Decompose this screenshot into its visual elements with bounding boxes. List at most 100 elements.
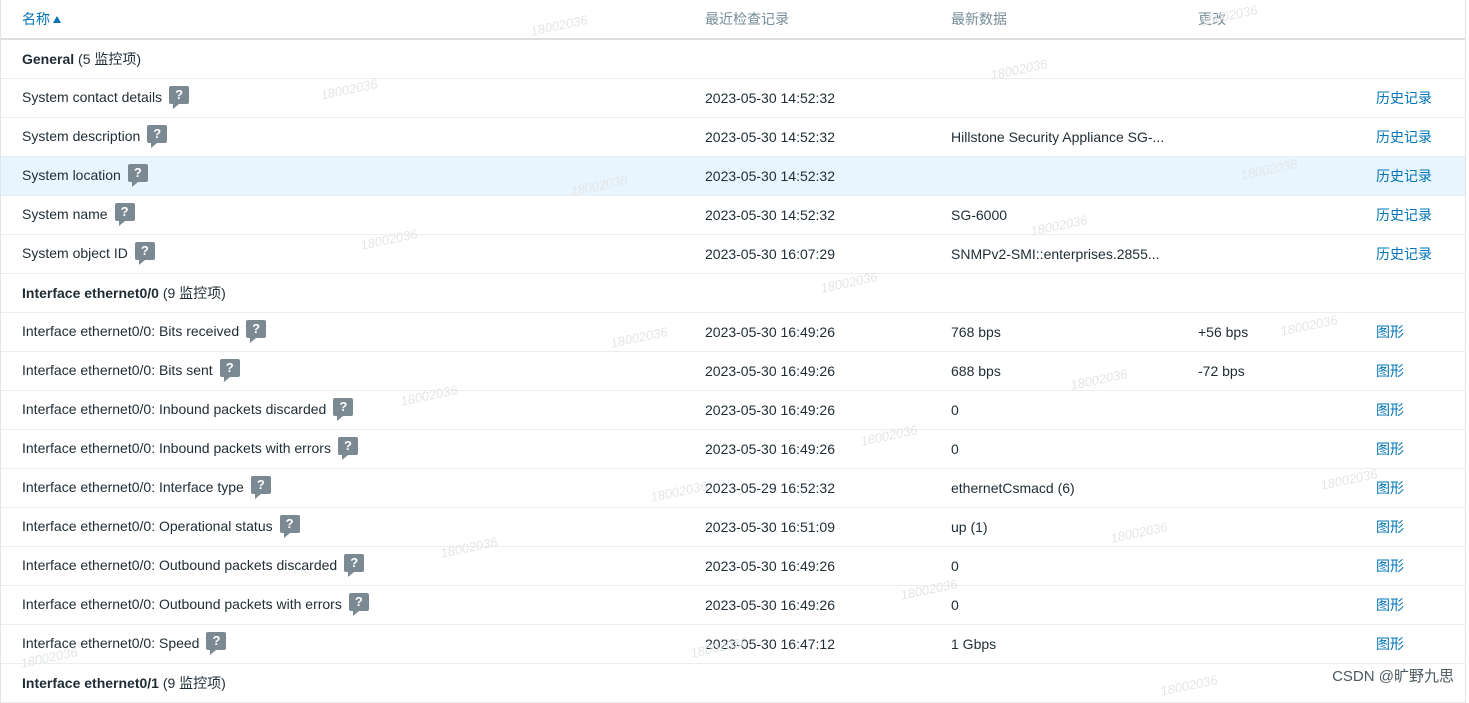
help-icon[interactable]: ? bbox=[219, 359, 240, 382]
item-name: System object ID bbox=[22, 245, 128, 261]
help-icon[interactable]: ? bbox=[147, 125, 168, 148]
item-name: Interface ethernet0/0: Inbound packets d… bbox=[22, 401, 327, 417]
item-latest-data: 1 Gbps bbox=[951, 636, 997, 652]
item-latest-data: 0 bbox=[951, 441, 959, 457]
table-row: Interface ethernet0/0: Speed? 2023-05-30… bbox=[1, 625, 1465, 664]
group-header-general: General (5 监控项) bbox=[1, 40, 1465, 79]
column-header-name[interactable]: 名称 bbox=[22, 9, 61, 29]
help-icon[interactable]: ? bbox=[206, 632, 227, 655]
item-latest-data: SNMPv2-SMI::enterprises.2855... bbox=[951, 246, 1160, 262]
table-row: Interface ethernet0/0: Bits received? 20… bbox=[1, 313, 1465, 352]
group-title: Interface ethernet0/0 bbox=[22, 285, 159, 301]
item-last-check: 2023-05-30 16:07:29 bbox=[705, 246, 835, 262]
item-change: +56 bps bbox=[1198, 324, 1249, 340]
group-count: (9 监控项) bbox=[162, 285, 226, 301]
item-last-check: 2023-05-30 16:51:09 bbox=[705, 519, 835, 535]
item-name: Interface ethernet0/0: Outbound packets … bbox=[22, 557, 338, 573]
group-count: (5 监控项) bbox=[78, 51, 142, 67]
help-icon[interactable]: ? bbox=[337, 437, 358, 460]
help-icon[interactable]: ? bbox=[134, 242, 155, 265]
graph-link[interactable]: 图形 bbox=[1376, 517, 1404, 537]
item-latest-data: 0 bbox=[951, 597, 959, 613]
group-header-ethernet0-0: Interface ethernet0/0 (9 监控项) bbox=[1, 274, 1465, 313]
table-row: Interface ethernet0/0: Interface type? 2… bbox=[1, 469, 1465, 508]
group-count: (9 监控项) bbox=[162, 675, 226, 691]
item-last-check: 2023-05-29 16:52:32 bbox=[705, 480, 835, 496]
item-last-check: 2023-05-30 16:49:26 bbox=[705, 441, 835, 457]
table-row: System object ID? 2023-05-30 16:07:29 SN… bbox=[1, 235, 1465, 274]
item-last-check: 2023-05-30 16:49:26 bbox=[705, 324, 835, 340]
history-link[interactable]: 历史记录 bbox=[1376, 88, 1432, 108]
item-latest-data: 768 bps bbox=[951, 324, 1001, 340]
graph-link[interactable]: 图形 bbox=[1376, 400, 1404, 420]
item-name: Interface ethernet0/0: Bits received bbox=[22, 323, 240, 339]
item-name: System description bbox=[22, 128, 141, 144]
item-name: Interface ethernet0/0: Speed bbox=[22, 635, 200, 651]
item-latest-data: SG-6000 bbox=[951, 207, 1008, 223]
help-icon[interactable]: ? bbox=[348, 593, 369, 616]
table-row: Interface ethernet0/0: Inbound packets w… bbox=[1, 430, 1465, 469]
table-row: Interface ethernet0/0: Inbound packets d… bbox=[1, 391, 1465, 430]
item-latest-data: 0 bbox=[951, 558, 959, 574]
graph-link[interactable]: 图形 bbox=[1376, 634, 1404, 654]
table-row-highlighted: System location? 2023-05-30 14:52:32 历史记… bbox=[1, 157, 1465, 196]
footer-credit: CSDN @旷野九思 bbox=[1332, 668, 1454, 685]
latest-data-table: 名称 最近检查记录 最新数据 更改 General (5 监控项) System… bbox=[0, 0, 1466, 703]
item-latest-data: Hillstone Security Appliance SG-... bbox=[951, 129, 1165, 145]
item-latest-data: up (1) bbox=[951, 519, 988, 535]
item-name: Interface ethernet0/0: Bits sent bbox=[22, 362, 213, 378]
item-change: -72 bps bbox=[1198, 363, 1245, 379]
item-latest-data: 688 bps bbox=[951, 363, 1001, 379]
table-row: Interface ethernet0/0: Outbound packets … bbox=[1, 586, 1465, 625]
graph-link[interactable]: 图形 bbox=[1376, 478, 1404, 498]
item-name: Interface ethernet0/0: Interface type bbox=[22, 479, 244, 495]
graph-link[interactable]: 图形 bbox=[1376, 595, 1404, 615]
help-icon[interactable]: ? bbox=[250, 476, 271, 499]
column-header-latest-data: 最新数据 bbox=[951, 11, 1007, 27]
help-icon[interactable]: ? bbox=[169, 86, 190, 109]
item-last-check: 2023-05-30 14:52:32 bbox=[705, 207, 835, 223]
column-header-change: 更改 bbox=[1198, 11, 1226, 27]
table-row: System description? 2023-05-30 14:52:32 … bbox=[1, 118, 1465, 157]
help-icon[interactable]: ? bbox=[344, 554, 365, 577]
group-title: Interface ethernet0/1 bbox=[22, 675, 159, 691]
group-title: General bbox=[22, 51, 75, 67]
sort-ascending-icon bbox=[53, 16, 61, 23]
item-name: Interface ethernet0/0: Outbound packets … bbox=[22, 596, 342, 612]
table-row: Interface ethernet0/0: Bits sent? 2023-0… bbox=[1, 352, 1465, 391]
graph-link[interactable]: 图形 bbox=[1376, 556, 1404, 576]
item-last-check: 2023-05-30 16:47:12 bbox=[705, 636, 835, 652]
history-link[interactable]: 历史记录 bbox=[1376, 166, 1432, 186]
history-link[interactable]: 历史记录 bbox=[1376, 244, 1432, 264]
help-icon[interactable]: ? bbox=[246, 320, 267, 343]
item-latest-data: ethernetCsmacd (6) bbox=[951, 480, 1075, 496]
column-header-last-check: 最近检查记录 bbox=[705, 11, 789, 27]
table-row: Interface ethernet0/0: Operational statu… bbox=[1, 508, 1465, 547]
table-row: Interface ethernet0/0: Outbound packets … bbox=[1, 547, 1465, 586]
item-name: System name bbox=[22, 206, 108, 222]
item-last-check: 2023-05-30 16:49:26 bbox=[705, 597, 835, 613]
graph-link[interactable]: 图形 bbox=[1376, 322, 1404, 342]
item-name: Interface ethernet0/0: Inbound packets w… bbox=[22, 440, 331, 456]
table-header: 名称 最近检查记录 最新数据 更改 bbox=[1, 0, 1465, 40]
item-last-check: 2023-05-30 16:49:26 bbox=[705, 402, 835, 418]
item-last-check: 2023-05-30 16:49:26 bbox=[705, 363, 835, 379]
history-link[interactable]: 历史记录 bbox=[1376, 127, 1432, 147]
help-icon[interactable]: ? bbox=[333, 398, 354, 421]
table-row: System name? 2023-05-30 14:52:32 SG-6000… bbox=[1, 196, 1465, 235]
group-header-ethernet0-1: Interface ethernet0/1 (9 监控项) bbox=[1, 664, 1465, 703]
item-name: Interface ethernet0/0: Operational statu… bbox=[22, 518, 273, 534]
help-icon[interactable]: ? bbox=[127, 164, 148, 187]
history-link[interactable]: 历史记录 bbox=[1376, 205, 1432, 225]
graph-link[interactable]: 图形 bbox=[1376, 439, 1404, 459]
item-latest-data: 0 bbox=[951, 402, 959, 418]
item-last-check: 2023-05-30 14:52:32 bbox=[705, 168, 835, 184]
help-icon[interactable]: ? bbox=[114, 203, 135, 226]
table-row: System contact details? 2023-05-30 14:52… bbox=[1, 79, 1465, 118]
item-name: System location bbox=[22, 167, 121, 183]
graph-link[interactable]: 图形 bbox=[1376, 361, 1404, 381]
item-last-check: 2023-05-30 16:49:26 bbox=[705, 558, 835, 574]
item-last-check: 2023-05-30 14:52:32 bbox=[705, 90, 835, 106]
help-icon[interactable]: ? bbox=[279, 515, 300, 538]
item-last-check: 2023-05-30 14:52:32 bbox=[705, 129, 835, 145]
